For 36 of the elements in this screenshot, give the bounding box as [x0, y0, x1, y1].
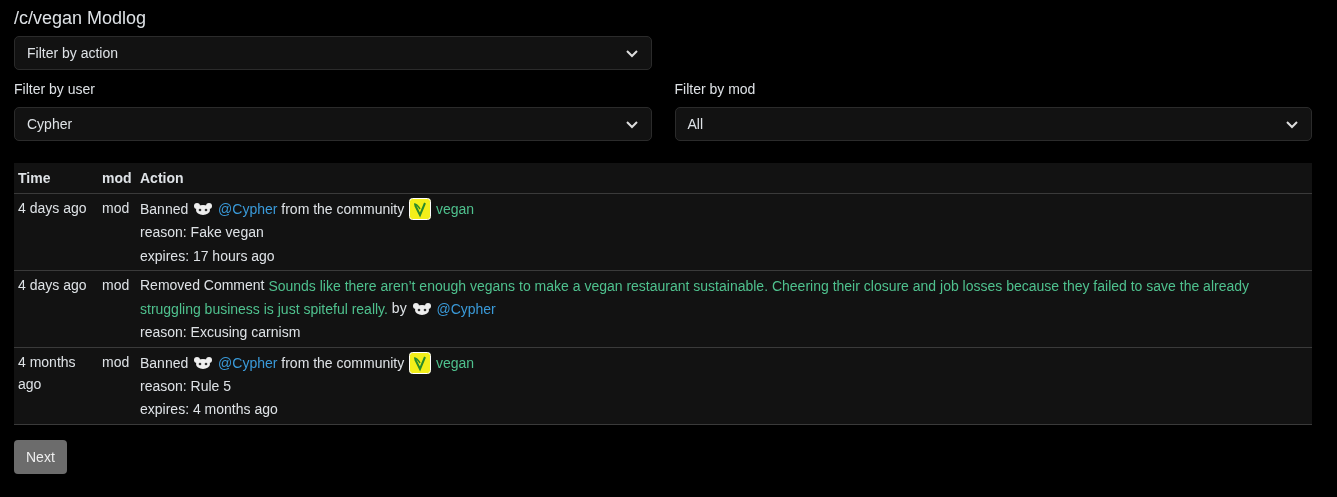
community-icon — [409, 198, 432, 221]
action-sentence: Removed Comment Sounds like there aren’t enough vegans to make a vegan restaurant sustainable. Cheering their closure and job losses because they failed to save the already struggling business is just spiteful really. by @Cypher — [140, 275, 1250, 320]
mod-text: mod — [102, 276, 130, 293]
column-header: Time — [14, 163, 98, 194]
user-link[interactable]: @Cypher — [218, 201, 278, 218]
reason-text: reason: Fake vegan — [140, 224, 264, 241]
action-text: Banned — [140, 201, 189, 218]
community-link[interactable]: vegan — [436, 355, 475, 372]
mod-text: mod — [102, 200, 130, 216]
avatar-icon — [411, 301, 432, 318]
reason-text: reason: Excusing carnism — [140, 324, 301, 341]
user-link[interactable]: @Cypher — [436, 301, 496, 318]
column-header: Action — [136, 163, 1312, 194]
action-text: from the community — [281, 355, 405, 372]
next-button[interactable]: Next — [14, 439, 67, 474]
action-text: Banned — [140, 355, 189, 372]
time-text: 4 months ago — [18, 353, 76, 392]
action-text: from the community — [281, 201, 405, 218]
user-select[interactable]: Cypher — [14, 107, 652, 141]
reason-text: reason: Rule 5 — [140, 378, 232, 395]
page-title: /c/vegan Modlog — [14, 7, 148, 30]
action-select[interactable]: Filter by action — [14, 36, 652, 70]
community-link[interactable]: vegan — [436, 201, 475, 218]
mod-select[interactable]: All — [674, 107, 1312, 141]
time-text: 4 days ago — [18, 200, 87, 216]
time-text: 4 days ago — [18, 276, 87, 293]
mod-text: mod — [102, 353, 130, 370]
avatar-icon — [193, 201, 214, 218]
field-label: Filter by mod — [674, 80, 757, 98]
avatar-icon — [193, 355, 214, 372]
community-icon — [409, 352, 432, 375]
field-label: Filter by user — [14, 80, 96, 98]
expires-text: expires: 17 hours ago — [140, 247, 275, 264]
column-header: mod — [98, 163, 136, 194]
expires-text: expires: 4 months ago — [140, 401, 278, 418]
user-link[interactable]: @Cypher — [218, 355, 278, 372]
